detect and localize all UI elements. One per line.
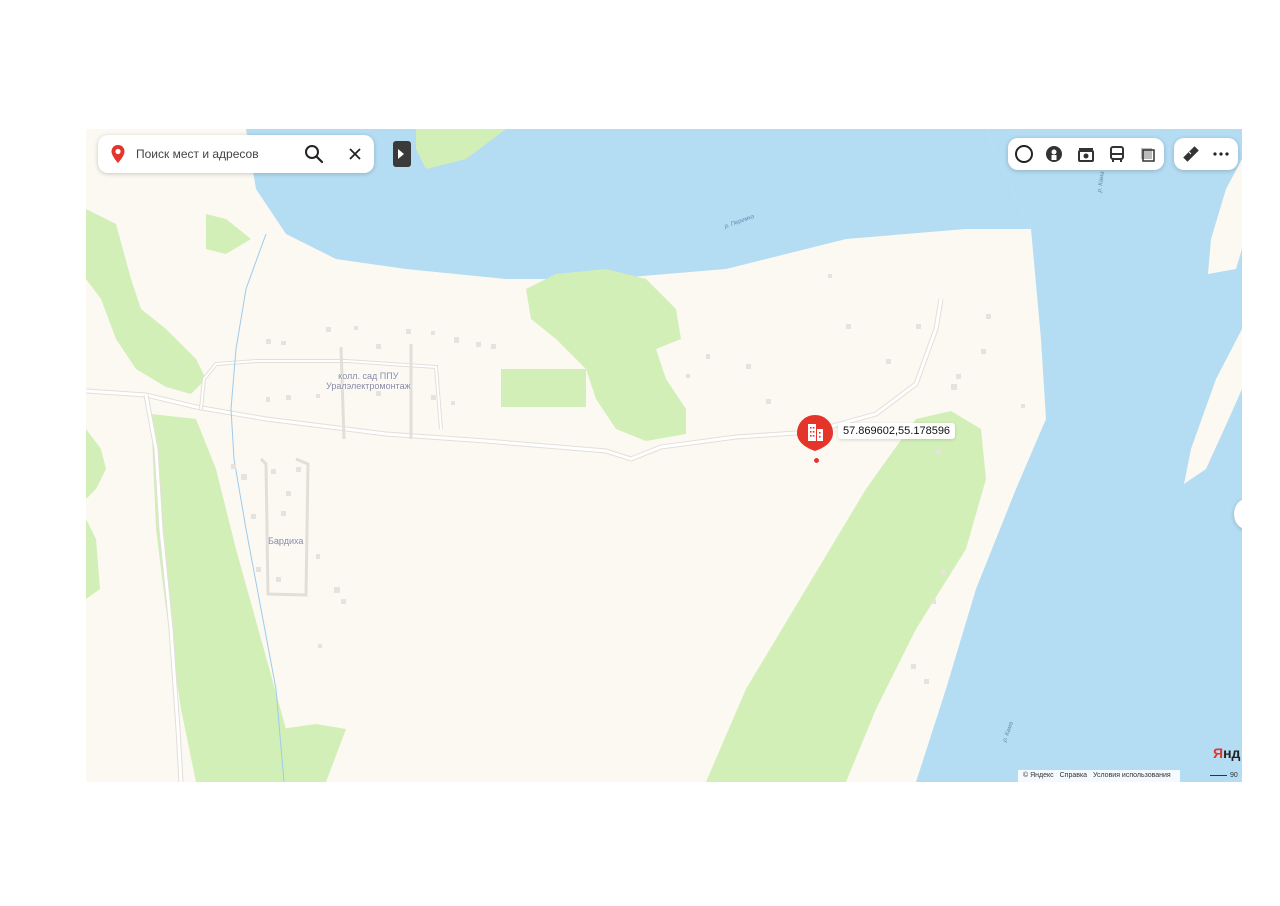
marker-point	[813, 457, 820, 464]
search-icon[interactable]	[303, 143, 325, 165]
panel-toggle-button[interactable]	[393, 141, 411, 167]
yandex-logo[interactable]: Янд	[1213, 745, 1240, 761]
forest-rect	[501, 369, 586, 407]
terms-link[interactable]: Условия использования	[1093, 772, 1171, 779]
village-label[interactable]: Бардиха	[268, 536, 303, 546]
scale-bar: 90	[1210, 770, 1238, 782]
traffic-icon[interactable]	[1013, 143, 1035, 165]
close-icon[interactable]	[344, 143, 366, 165]
ruler-icon[interactable]	[1180, 143, 1202, 165]
play-icon	[398, 149, 404, 159]
coordinates-label[interactable]: 57.869602,55.178596	[838, 423, 956, 439]
map-background	[86, 129, 1242, 782]
garden-label[interactable]: колл. сад ППУ Уралэлектромонтаж	[326, 371, 411, 391]
layer-toolbar	[1008, 138, 1164, 170]
scale-line	[1210, 774, 1227, 776]
attribution-bar: © Яндекс Справка Условия использования	[1018, 770, 1180, 782]
location-pin-icon	[111, 145, 125, 163]
search-box[interactable]: Поиск мест и адресов	[98, 135, 374, 173]
search-input[interactable]: Поиск мест и адресов	[136, 147, 259, 161]
scale-value: 90	[1230, 772, 1238, 779]
panorama-icon[interactable]	[1043, 143, 1065, 165]
copyright-link[interactable]: © Яндекс	[1023, 772, 1054, 779]
transit-icon[interactable]	[1106, 143, 1128, 165]
layers-icon[interactable]	[1136, 143, 1158, 165]
map-canvas[interactable]: колл. сад ППУ Уралэлектромонтаж Бардиха …	[86, 129, 1242, 782]
photos-icon[interactable]	[1075, 143, 1097, 165]
more-icon[interactable]	[1210, 143, 1232, 165]
extra-toolbar	[1174, 138, 1238, 170]
building-marker-icon[interactable]	[796, 414, 834, 452]
help-link[interactable]: Справка	[1060, 772, 1087, 779]
